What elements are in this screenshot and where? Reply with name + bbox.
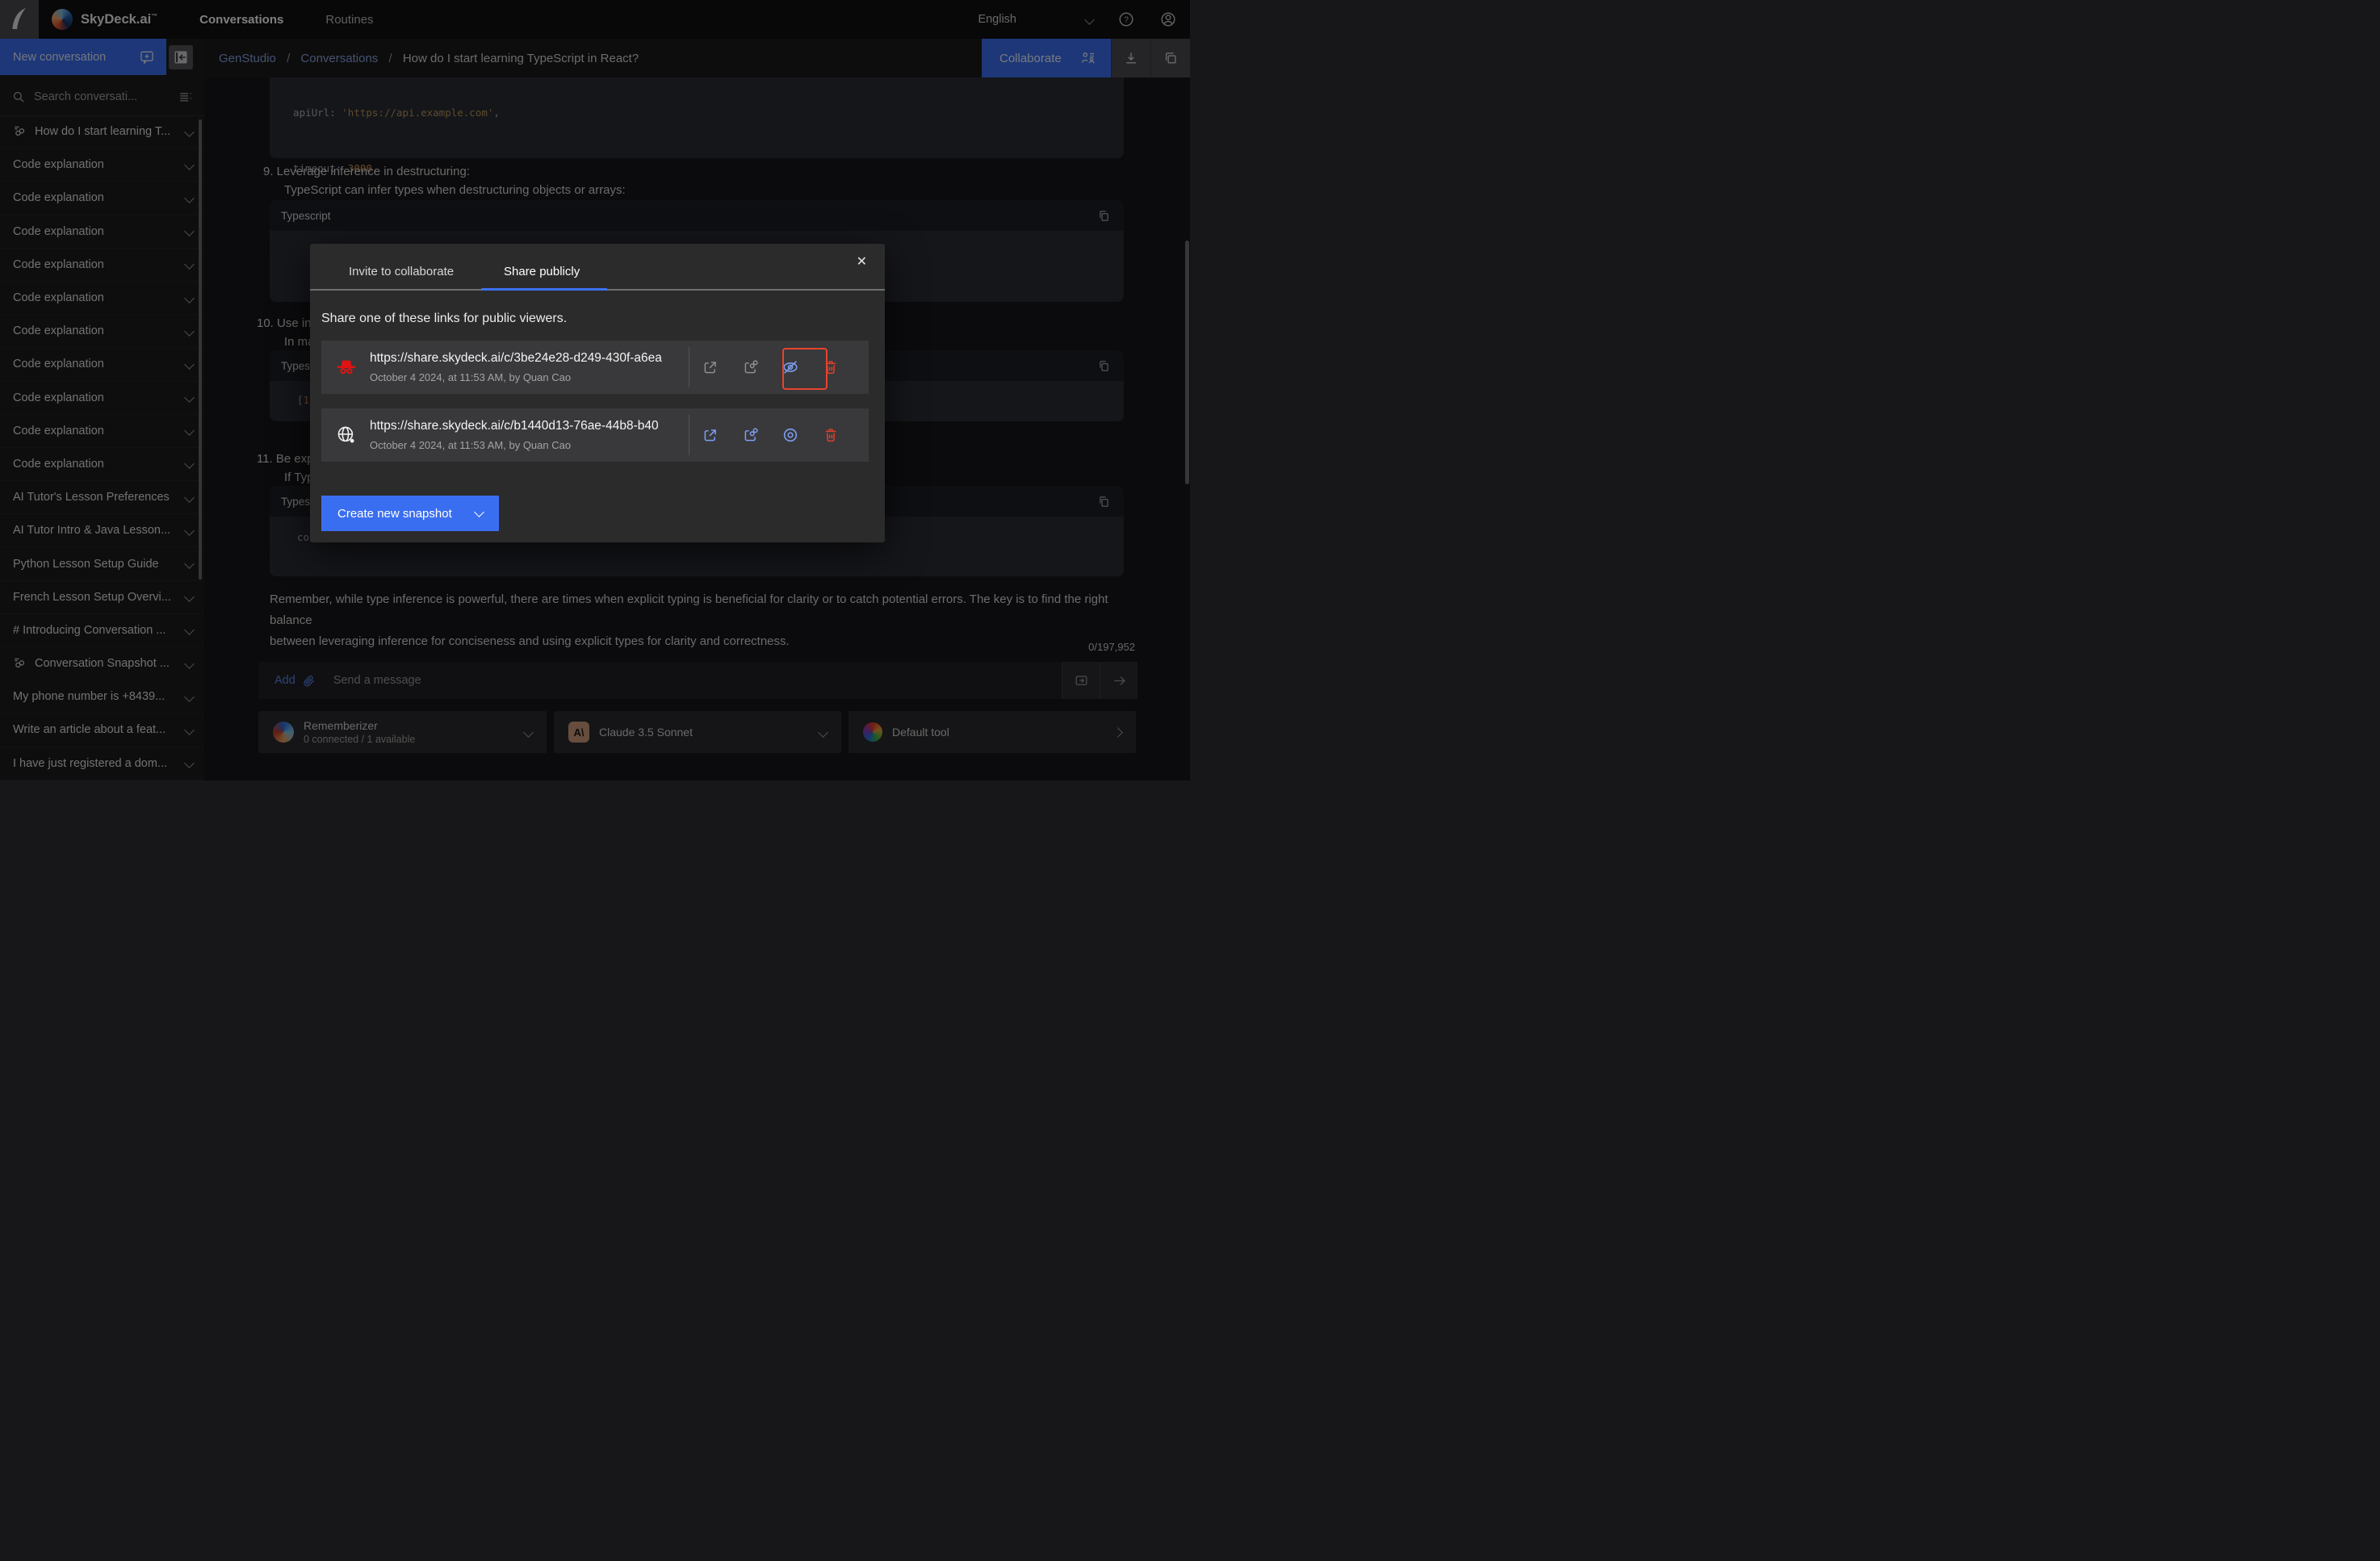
copy-link-icon — [742, 359, 759, 376]
eye-icon — [781, 426, 799, 444]
modal-subtitle: Share one of these links for public view… — [321, 312, 567, 326]
copy-link-button[interactable] — [730, 359, 770, 376]
tab-invite-to-collaborate[interactable]: Invite to collaborate — [349, 265, 454, 278]
share-link-row: https://share.skydeck.ai/c/b1440d13-76ae… — [321, 408, 869, 462]
external-link-icon — [702, 359, 719, 376]
show-snapshot-button[interactable] — [770, 426, 811, 444]
copy-link-icon — [742, 427, 759, 444]
share-url: https://share.skydeck.ai/c/b1440d13-76ae… — [370, 419, 689, 433]
share-date: October 4 2024, at 11:53 AM, by Quan Cao — [370, 371, 689, 383]
tab-share-publicly[interactable]: Share publicly — [504, 265, 580, 278]
trash-icon — [823, 427, 839, 443]
share-modal: ✕ Invite to collaborate Share publicly S… — [310, 244, 885, 542]
open-link-button[interactable] — [689, 359, 730, 376]
selected-action-highlight — [782, 348, 828, 390]
external-link-icon — [702, 427, 719, 444]
close-icon[interactable]: ✕ — [857, 253, 867, 270]
create-new-snapshot-button[interactable]: Create new snapshot — [321, 496, 499, 531]
copy-link-button[interactable] — [730, 427, 770, 444]
globe-icon — [336, 425, 357, 446]
share-url: https://share.skydeck.ai/c/3be24e28-d249… — [370, 351, 689, 366]
open-link-button[interactable] — [689, 427, 730, 444]
active-tab-underline — [481, 288, 607, 291]
share-date: October 4 2024, at 11:53 AM, by Quan Cao — [370, 439, 689, 451]
incognito-icon — [336, 357, 357, 378]
delete-snapshot-button[interactable] — [811, 427, 851, 443]
chevron-down-icon — [474, 507, 484, 517]
